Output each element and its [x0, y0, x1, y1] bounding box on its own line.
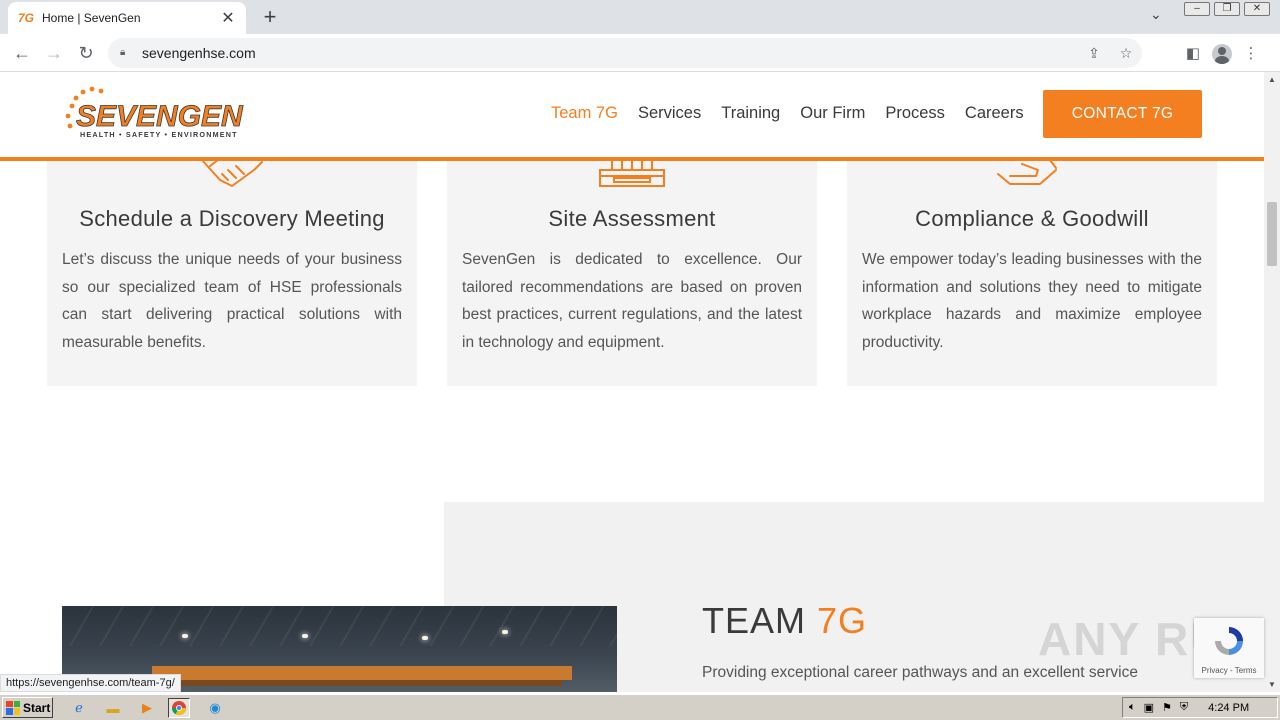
- security-icon[interactable]: ⛨: [1180, 701, 1188, 714]
- recaptcha-badge[interactable]: Privacy - Terms: [1194, 618, 1264, 678]
- windows-taskbar: Start ℯ ▬ ▶ ◉ 🔈︎ ▣ ⚑ ⛨ 4:24 PM: [0, 694, 1280, 720]
- menu-kebab-icon[interactable]: ⋮: [1238, 41, 1264, 67]
- profile-avatar-icon[interactable]: [1212, 44, 1232, 64]
- sevengen-logo[interactable]: SEVENGEN HEALTH • SAFETY • ENVIRONMENT: [62, 86, 262, 142]
- volume-icon[interactable]: 🔈︎: [1129, 701, 1136, 714]
- chrome-icon[interactable]: [168, 698, 190, 718]
- nav-services[interactable]: Services: [638, 104, 701, 123]
- browser-toolbar: ← → ↻ 🔒︎ sevengenhse.com ⇪ ☆ ◧ ⋮: [0, 34, 1280, 72]
- ie-icon[interactable]: ℯ: [68, 698, 90, 718]
- url-text[interactable]: sevengenhse.com: [142, 45, 1078, 61]
- address-bar[interactable]: 🔒︎ sevengenhse.com ⇪ ☆: [108, 38, 1142, 68]
- folder-icon[interactable]: ▬: [102, 698, 124, 718]
- share-icon[interactable]: ⇪: [1078, 45, 1110, 62]
- restore-icon[interactable]: ❐: [1214, 2, 1240, 16]
- new-tab-button[interactable]: +: [258, 4, 282, 30]
- scroll-thumb[interactable]: [1267, 202, 1277, 266]
- team-text: Providing exceptional career pathways an…: [702, 664, 1138, 681]
- media-player-icon[interactable]: ▶: [136, 698, 158, 718]
- browser-tab[interactable]: 7G Home | SevenGen ✕: [8, 2, 246, 34]
- card-site-assessment: Site Assessment SevenGen is dedicated to…: [447, 158, 817, 386]
- team-heading: TEAM 7G: [702, 600, 868, 641]
- nav-process[interactable]: Process: [885, 104, 945, 123]
- tab-search-chevron-icon[interactable]: ⌄: [1150, 6, 1162, 23]
- page-scrollbar[interactable]: ▲ ▼: [1264, 72, 1280, 692]
- card-discovery-meeting: Schedule a Discovery Meeting Let’s discu…: [47, 158, 417, 386]
- clock: 4:24 PM: [1208, 701, 1250, 714]
- close-window-icon[interactable]: ✕: [1244, 2, 1270, 16]
- forward-arrow-icon[interactable]: →: [42, 41, 66, 65]
- flag-icon[interactable]: ⚑: [1162, 701, 1172, 714]
- edge-icon[interactable]: ◉: [204, 698, 226, 718]
- card-compliance-goodwill: Compliance & Goodwill We empower today’s…: [847, 158, 1217, 386]
- card-title: Site Assessment: [548, 206, 716, 231]
- nav-careers[interactable]: Careers: [965, 104, 1024, 123]
- site-header: SEVENGEN HEALTH • SAFETY • ENVIRONMENT T…: [0, 72, 1264, 161]
- nav-team-7g[interactable]: Team 7G: [551, 104, 618, 123]
- main-nav: Team 7G Services Training Our Firm Proce…: [551, 104, 1024, 123]
- card-text: SevenGen is dedicated to excellence. Our…: [462, 251, 802, 351]
- side-panel-icon[interactable]: ◧: [1180, 41, 1206, 67]
- svg-text:SEVENGEN: SEVENGEN: [76, 100, 244, 133]
- tab-close-icon[interactable]: ✕: [220, 8, 236, 28]
- recaptcha-terms[interactable]: Privacy - Terms: [1194, 666, 1264, 675]
- contact-7g-button[interactable]: CONTACT 7G: [1043, 90, 1202, 138]
- back-arrow-icon[interactable]: ←: [10, 41, 34, 65]
- bookmark-star-icon[interactable]: ☆: [1110, 45, 1142, 62]
- card-title: Schedule a Discovery Meeting: [79, 206, 385, 231]
- site-favicon-icon: 7G: [18, 11, 35, 25]
- nav-training[interactable]: Training: [721, 104, 780, 123]
- status-bar-url: https://sevengenhse.com/team-7g/: [0, 674, 181, 692]
- card-text: We empower today’s leading businesses wi…: [862, 251, 1202, 351]
- scroll-up-icon[interactable]: ▲: [1268, 75, 1276, 84]
- reload-icon[interactable]: ↻: [74, 41, 98, 65]
- tab-strip: 7G Home | SevenGen ✕ + ⌄ ‒ ❐ ✕: [0, 0, 1280, 34]
- start-button[interactable]: Start: [2, 697, 53, 718]
- system-tray: 🔈︎ ▣ ⚑ ⛨ 4:24 PM: [1122, 697, 1278, 718]
- svg-text:HEALTH • SAFETY • ENVIRONMENT: HEALTH • SAFETY • ENVIRONMENT: [80, 130, 238, 139]
- scroll-down-icon[interactable]: ▼: [1268, 680, 1276, 689]
- lock-icon[interactable]: 🔒︎: [120, 47, 132, 59]
- tab-title: Home | SevenGen: [42, 11, 141, 25]
- card-text: Let’s discuss the unique needs of your b…: [62, 251, 402, 351]
- page-viewport: Schedule a Discovery Meeting Let’s discu…: [0, 72, 1264, 692]
- minimize-icon[interactable]: ‒: [1184, 2, 1210, 16]
- process-cards: Schedule a Discovery Meeting Let’s discu…: [47, 158, 1217, 386]
- windows-logo-icon: [6, 700, 20, 715]
- recaptcha-icon: [1215, 627, 1243, 655]
- nav-our-firm[interactable]: Our Firm: [800, 104, 865, 123]
- window-controls: ‒ ❐ ✕: [1184, 2, 1270, 16]
- card-title: Compliance & Goodwill: [915, 206, 1149, 231]
- network-icon[interactable]: ▣: [1144, 701, 1154, 714]
